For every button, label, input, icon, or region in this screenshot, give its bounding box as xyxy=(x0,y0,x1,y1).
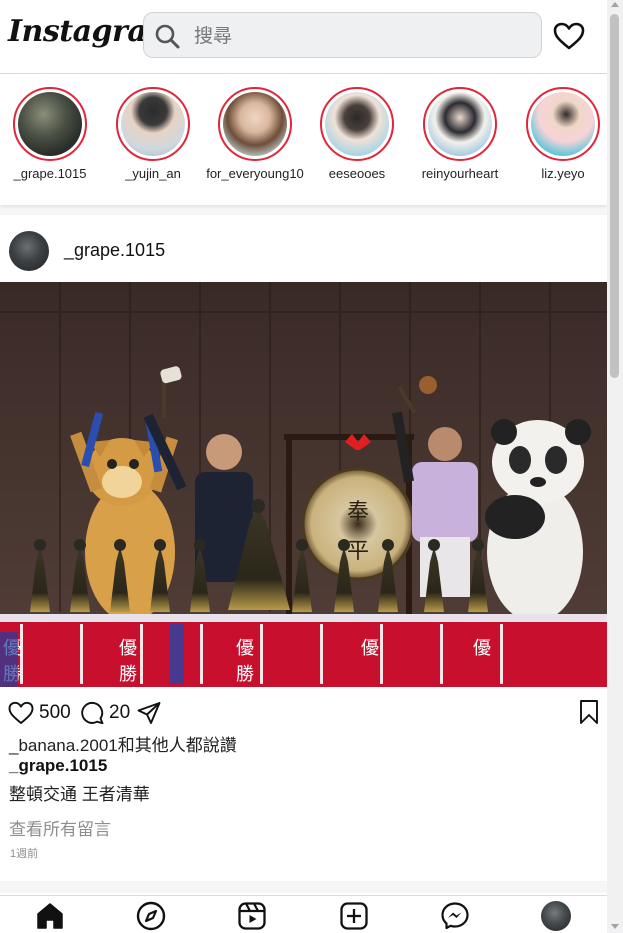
comments-count: 20 xyxy=(109,702,131,723)
story-ring xyxy=(526,87,600,161)
banner-char-1: 優 xyxy=(236,638,254,659)
post-image[interactable]: 奉 平 優 勝 優 勝 優 優 xyxy=(0,282,607,687)
likes-count: 500 xyxy=(39,702,71,723)
share-icon[interactable] xyxy=(137,701,161,725)
home-icon[interactable] xyxy=(35,901,65,931)
caption-text: 整頓交通 王者清華 xyxy=(9,785,150,804)
scroll-down-arrow[interactable] xyxy=(611,924,619,929)
banner-char-1: 優 xyxy=(119,638,137,659)
like-heart-icon[interactable] xyxy=(8,701,34,725)
feed-post: _grape.1015 奉 平 優 勝 優 勝 優 優 500 20 _bana… xyxy=(0,215,607,881)
reels-icon[interactable] xyxy=(237,901,267,931)
story-item[interactable]: _grape.1015 xyxy=(0,87,100,181)
story-item[interactable]: eeseooes xyxy=(307,87,407,181)
story-item[interactable]: reinyourheart xyxy=(410,87,510,181)
story-ring xyxy=(218,87,292,161)
story-item[interactable]: liz.yeyo xyxy=(513,87,613,181)
app-root: Instagram _grape.1015 _yujin_an xyxy=(0,0,607,933)
post-timestamp: 1週前 xyxy=(10,848,39,860)
banner-char-1: 優 xyxy=(473,638,491,659)
top-header: Instagram xyxy=(0,0,607,74)
messenger-icon[interactable] xyxy=(440,901,470,931)
story-ring xyxy=(320,87,394,161)
story-avatar xyxy=(223,92,287,156)
create-icon[interactable] xyxy=(339,901,369,931)
story-username: _yujin_an xyxy=(125,166,181,181)
story-username: _grape.1015 xyxy=(13,166,87,181)
caption-username[interactable]: _grape.1015 xyxy=(9,756,107,776)
liked-by-text[interactable]: _banana.2001和其他人都說讚 xyxy=(9,731,237,756)
gong-char-2: 平 xyxy=(347,539,369,564)
scroll-up-arrow[interactable] xyxy=(611,2,619,7)
banner-char-1: 優 xyxy=(361,638,379,659)
banner-char-2: 勝 xyxy=(119,664,137,685)
story-ring xyxy=(116,87,190,161)
post-photo: 奉 平 優 勝 優 勝 優 優 xyxy=(0,282,607,687)
bottom-nav xyxy=(0,895,607,933)
story-avatar xyxy=(121,92,185,156)
story-username: eeseooes xyxy=(328,166,386,181)
story-avatar xyxy=(531,92,595,156)
stories-tray: _grape.1015 _yujin_an for_everyoung10 ee… xyxy=(0,74,607,205)
post-avatar[interactable] xyxy=(9,231,49,271)
story-avatar xyxy=(18,92,82,156)
search-icon xyxy=(155,24,180,49)
story-username: for_everyoung10 xyxy=(206,166,304,181)
gong-char-1: 奉 xyxy=(347,500,369,525)
bookmark-icon[interactable] xyxy=(579,699,599,725)
profile-avatar[interactable] xyxy=(541,901,571,931)
search-input[interactable] xyxy=(192,21,526,51)
story-username: liz.yeyo xyxy=(541,166,585,181)
story-avatar xyxy=(428,92,492,156)
view-all-comments-link[interactable]: 查看所有留言 xyxy=(9,815,111,840)
story-ring xyxy=(13,87,87,161)
search-bar[interactable] xyxy=(143,12,542,58)
post-username[interactable]: _grape.1015 xyxy=(64,240,165,261)
post-actions: 500 20 xyxy=(8,700,598,726)
banner-char-2: 勝 xyxy=(236,664,254,685)
scrollbar-thumb[interactable] xyxy=(610,14,619,378)
story-item[interactable]: for_everyoung10 xyxy=(205,87,305,181)
explore-icon[interactable] xyxy=(136,901,166,931)
story-username: reinyourheart xyxy=(421,166,499,181)
heart-icon[interactable] xyxy=(553,22,585,50)
comment-icon[interactable] xyxy=(80,701,104,725)
story-avatar xyxy=(325,92,389,156)
vertical-scrollbar[interactable] xyxy=(607,0,623,932)
story-item[interactable]: _yujin_an xyxy=(103,87,203,181)
story-ring xyxy=(423,87,497,161)
